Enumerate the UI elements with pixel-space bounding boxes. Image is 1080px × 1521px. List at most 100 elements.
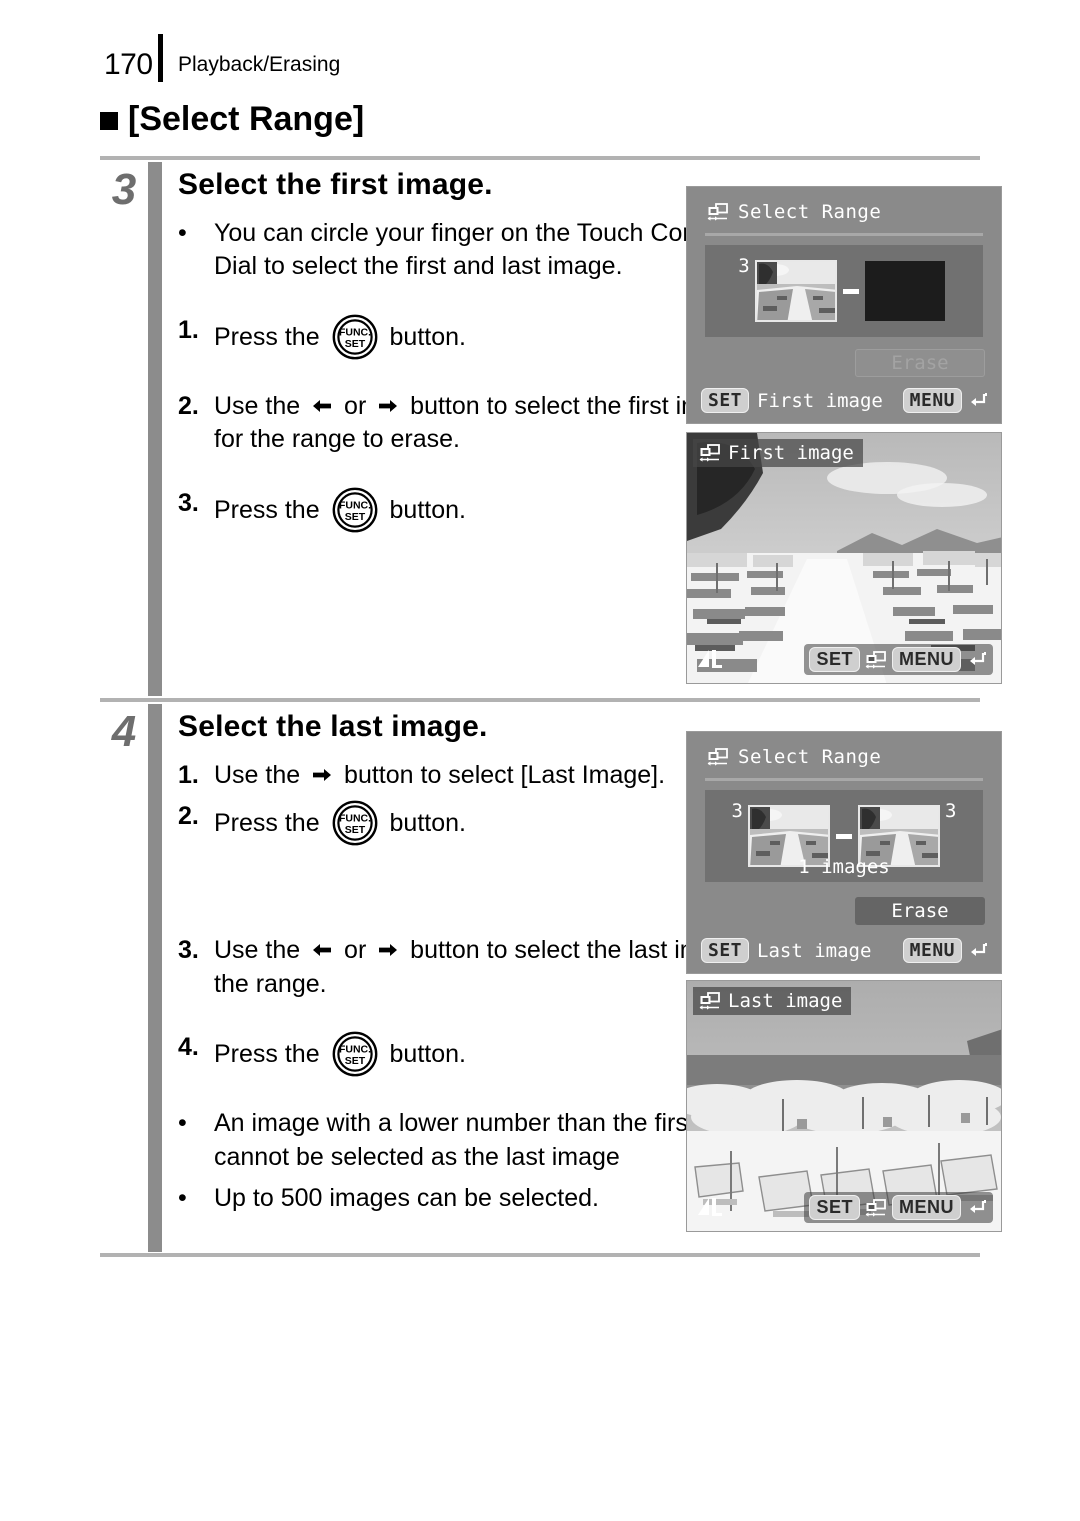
menu-key[interactable]: MENU [902,938,962,963]
item-text-post: button to select [Last Image]. [337,760,666,789]
bullet-marker: • [178,1184,187,1212]
erase-button[interactable]: Erase [855,897,985,925]
func-set-icon: FUNC. SET [332,1031,378,1077]
section-name: Playback/Erasing [178,53,341,76]
image-count-label: 1 images [798,856,890,878]
bullet-marker: • [178,1109,187,1137]
arrow-right-icon [377,937,399,959]
lcd-title-text: Select Range [738,201,882,223]
manual-page: 170 Playback/Erasing [Select Range] 3 Se… [0,0,1080,1521]
item-marker: 2. [178,802,199,830]
first-thumb-number: 3 [738,255,750,277]
item-marker: 1. [178,315,199,344]
return-arrow-icon [966,1198,988,1218]
func-set-icon: FUNC. SET [332,800,378,846]
photo-controls: SET MENU [804,644,993,675]
thumbnail-panel: 3 [705,790,983,882]
step-3-bar [148,162,162,696]
page-number: 170 [104,48,153,81]
return-arrow-icon [966,650,988,670]
item-text-pre: Press the [214,1040,327,1068]
last-image-thumbnail-empty[interactable] [864,261,945,321]
arrow-right-icon [377,393,399,415]
large-fine-quality-icon [695,1193,725,1223]
header-divider [158,34,163,82]
item-marker: 2. [178,391,199,420]
item-text-pre: Press the [214,495,327,524]
svg-text:FUNC.: FUNC. [339,326,371,338]
arrow-left-icon [311,937,333,959]
set-key-label: Last image [757,939,872,962]
lcd-title: Select Range [707,746,881,768]
step-4-bar [148,704,162,1252]
lcd-footer: SET First image MENU [701,388,989,413]
square-bullet-icon [100,111,118,130]
page-header: 170 Playback/Erasing [0,22,1080,82]
lcd-title-underline [705,233,983,236]
lcd-title-underline [705,778,983,781]
page-title: [Select Range] [100,100,364,139]
svg-text:FUNC.: FUNC. [339,499,371,511]
second-thumb-number: 3 [945,800,957,822]
photo-controls: SET MENU [804,1192,993,1223]
badge-label: Last image [728,990,843,1012]
set-key[interactable]: SET [701,388,750,413]
item-marker: 1. [178,760,199,789]
select-range-icon [699,444,721,462]
item-text-pre: Use the [214,391,308,420]
item-text-post: button. [382,809,466,837]
lcd-title-text: Select Range [738,746,882,768]
svg-text:FUNC.: FUNC. [339,1044,371,1056]
select-range-icon [707,748,729,766]
step-3-number: 3 [111,165,137,214]
item-text-mid: or [337,936,374,964]
range-dash [836,833,852,839]
return-arrow-icon [967,391,989,411]
svg-text:SET: SET [344,824,365,836]
item-text-pre: Use the [214,936,308,964]
item-marker: 3. [178,936,199,964]
svg-text:SET: SET [344,338,365,350]
menu-key[interactable]: MENU [892,647,961,672]
bullet-marker: • [178,218,187,247]
divider-bottom [100,1253,980,1257]
menu-key[interactable]: MENU [902,388,962,413]
select-range-icon [865,650,887,669]
set-key[interactable]: SET [809,647,860,672]
badge-label: First image [728,442,854,464]
svg-text:SET: SET [344,511,365,523]
item-text-pre: Press the [214,322,327,351]
lcd-first-image-photo: First image SET MENU [686,432,1002,684]
svg-text:SET: SET [344,1055,365,1067]
divider-top [100,156,980,160]
divider-middle [100,698,980,702]
select-range-icon [699,992,721,1010]
item-text-post: button. [382,495,466,524]
lcd-title: Select Range [707,201,881,223]
func-set-icon: FUNC. SET [332,314,378,360]
large-fine-quality-icon [695,645,725,675]
item-text-pre: Press the [214,809,327,837]
select-range-icon [707,203,729,221]
item-text-mid: or [337,391,374,420]
svg-text:FUNC.: FUNC. [339,813,371,825]
arrow-right-icon [311,762,333,784]
lcd-select-range-first: Select Range 3 Erase SET First image MEN… [686,186,1002,424]
erase-button[interactable]: Erase [855,349,985,377]
menu-key[interactable]: MENU [892,1195,961,1220]
item-marker: 4. [178,1033,199,1061]
last-image-badge: Last image [693,987,852,1015]
set-key[interactable]: SET [809,1195,860,1220]
first-thumb-number: 3 [731,800,743,822]
first-image-thumbnail[interactable] [754,260,837,322]
first-image-badge: First image [693,439,863,467]
item-marker: 3. [178,488,199,517]
item-text-pre: Use the [214,760,308,789]
set-key-label: First image [757,389,883,412]
lcd-footer: SET Last image MENU [701,938,989,963]
page-title-text: [Select Range] [128,100,365,138]
step-4-number: 4 [111,707,137,756]
select-range-icon [865,1198,887,1217]
return-arrow-icon [967,941,989,961]
set-key[interactable]: SET [701,938,750,963]
